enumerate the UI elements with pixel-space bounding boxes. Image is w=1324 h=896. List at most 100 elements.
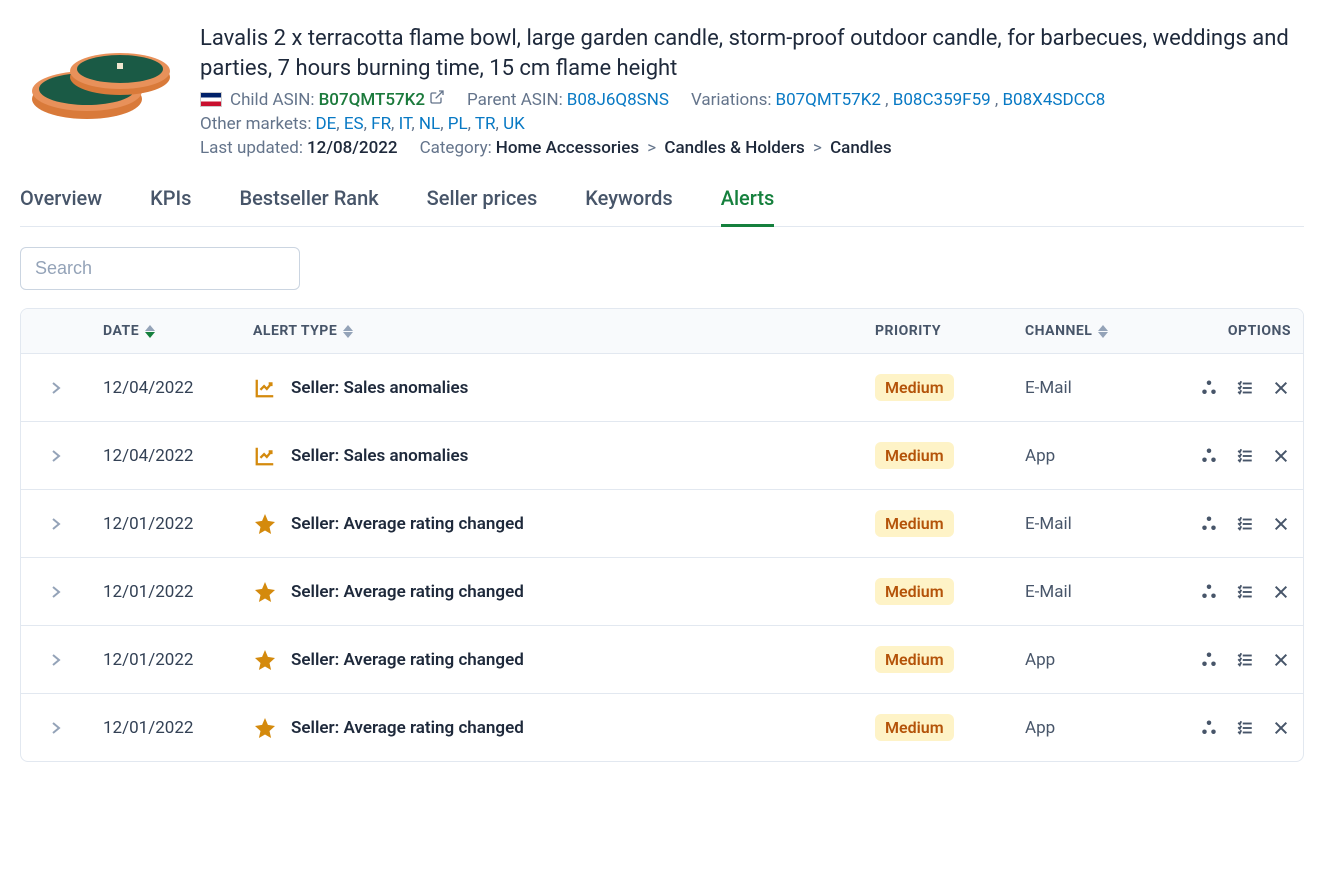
tab-kpis[interactable]: KPIs — [150, 180, 191, 226]
cell-options — [1173, 378, 1303, 398]
hierarchy-icon[interactable] — [1199, 378, 1219, 398]
sort-icon[interactable] — [1098, 325, 1108, 338]
variation-link[interactable]: B08C359F59 — [893, 90, 991, 110]
expand-row-button[interactable] — [21, 653, 91, 667]
cell-channel: E-Mail — [1013, 514, 1173, 534]
table-row: 12/04/2022Seller: Sales anomaliesMediumA… — [21, 422, 1303, 490]
sort-icon[interactable] — [343, 325, 353, 338]
list-check-icon[interactable] — [1235, 446, 1255, 466]
expand-row-button[interactable] — [21, 517, 91, 531]
tab-bar: Overview KPIs Bestseller Rank Seller prices… — [20, 180, 1304, 227]
cell-priority: Medium — [863, 374, 1013, 401]
col-channel[interactable]: CHANNEL — [1025, 323, 1092, 339]
close-icon[interactable] — [1271, 378, 1291, 398]
breadcrumb: Home Accessories > Candles & Holders > C… — [496, 138, 892, 158]
hierarchy-icon[interactable] — [1199, 446, 1219, 466]
market-link[interactable]: DE — [315, 114, 336, 134]
sort-icon[interactable] — [145, 325, 155, 338]
cell-date: 12/01/2022 — [91, 514, 241, 534]
market-link[interactable]: NL — [419, 114, 440, 134]
product-title: Lavalis 2 x terracotta flame bowl, large… — [200, 24, 1304, 83]
product-header: Lavalis 2 x terracotta flame bowl, large… — [20, 24, 1304, 162]
hierarchy-icon[interactable] — [1199, 650, 1219, 670]
priority-badge: Medium — [875, 578, 954, 605]
search-input[interactable] — [20, 247, 300, 290]
cell-date: 12/01/2022 — [91, 718, 241, 738]
cell-alert-type: Seller: Average rating changed — [241, 512, 863, 536]
product-image — [20, 24, 180, 144]
market-link[interactable]: IT — [399, 114, 412, 134]
close-icon[interactable] — [1271, 650, 1291, 670]
cell-options — [1173, 514, 1303, 534]
variation-link[interactable]: B07QMT57K2 — [775, 90, 880, 110]
cell-date: 12/04/2022 — [91, 446, 241, 466]
parent-asin-label: Parent ASIN: — [467, 90, 563, 110]
priority-badge: Medium — [875, 510, 954, 537]
col-date[interactable]: DATE — [103, 323, 139, 339]
cell-priority: Medium — [863, 646, 1013, 673]
child-asin-link[interactable]: B07QMT57K2 — [319, 90, 425, 110]
table-row: 12/01/2022Seller: Average rating changed… — [21, 626, 1303, 694]
parent-asin-link[interactable]: B08J6Q8SNS — [567, 90, 669, 110]
market-link[interactable]: UK — [503, 114, 525, 134]
priority-badge: Medium — [875, 374, 954, 401]
cell-channel: App — [1013, 650, 1173, 670]
market-link[interactable]: FR — [371, 114, 391, 134]
tab-seller-prices[interactable]: Seller prices — [427, 180, 538, 226]
list-check-icon[interactable] — [1235, 718, 1255, 738]
cell-channel: E-Mail — [1013, 378, 1173, 398]
star-icon — [253, 512, 277, 536]
close-icon[interactable] — [1271, 582, 1291, 602]
cell-alert-type: Seller: Average rating changed — [241, 716, 863, 740]
category-link[interactable]: Home Accessories — [496, 138, 639, 158]
cell-date: 12/04/2022 — [91, 378, 241, 398]
close-icon[interactable] — [1271, 446, 1291, 466]
close-icon[interactable] — [1271, 514, 1291, 534]
cell-options — [1173, 718, 1303, 738]
cell-priority: Medium — [863, 714, 1013, 741]
market-link[interactable]: ES — [344, 114, 364, 134]
list-check-icon[interactable] — [1235, 378, 1255, 398]
chart-line-icon — [253, 445, 277, 467]
market-link[interactable]: TR — [475, 114, 496, 134]
tab-bestseller-rank[interactable]: Bestseller Rank — [239, 180, 378, 226]
col-alert-type[interactable]: ALERT TYPE — [253, 323, 337, 339]
tab-keywords[interactable]: Keywords — [585, 180, 672, 226]
priority-badge: Medium — [875, 442, 954, 469]
expand-row-button[interactable] — [21, 721, 91, 735]
updated-label: Last updated: — [200, 138, 303, 158]
list-check-icon[interactable] — [1235, 514, 1255, 534]
star-icon — [253, 716, 277, 740]
product-info: Lavalis 2 x terracotta flame bowl, large… — [200, 24, 1304, 162]
market-link[interactable]: PL — [448, 114, 468, 134]
cell-alert-type: Seller: Sales anomalies — [241, 445, 863, 467]
category-link[interactable]: Candles & Holders — [664, 138, 804, 158]
flag-uk-icon — [200, 92, 222, 107]
expand-row-button[interactable] — [21, 585, 91, 599]
cell-alert-type: Seller: Sales anomalies — [241, 377, 863, 399]
table-row: 12/04/2022Seller: Sales anomalies Medium E… — [21, 354, 1303, 422]
list-check-icon[interactable] — [1235, 582, 1255, 602]
table-row: 12/01/2022Seller: Average rating changed… — [21, 694, 1303, 761]
cell-options — [1173, 582, 1303, 602]
hierarchy-icon[interactable] — [1199, 718, 1219, 738]
list-check-icon[interactable] — [1235, 650, 1255, 670]
col-priority[interactable]: PRIORITY — [875, 323, 941, 339]
close-icon[interactable] — [1271, 718, 1291, 738]
hierarchy-icon[interactable] — [1199, 582, 1219, 602]
table-row: 12/01/2022Seller: Average rating changed… — [21, 558, 1303, 626]
category-link[interactable]: Candles — [830, 138, 892, 158]
expand-row-button[interactable] — [21, 381, 91, 395]
variation-link[interactable]: B08X4SDCC8 — [1002, 90, 1105, 110]
alerts-table: DATE ALERT TYPE PRIORITY CHANNEL OPTIONS… — [20, 308, 1304, 762]
hierarchy-icon[interactable] — [1199, 514, 1219, 534]
cell-priority: Medium — [863, 442, 1013, 469]
cell-options — [1173, 446, 1303, 466]
variations-list: B07QMT57K2 , B08C359F59 , B08X4SDCC8 — [775, 90, 1105, 110]
cell-date: 12/01/2022 — [91, 650, 241, 670]
variations-label: Variations: — [691, 90, 772, 110]
external-link-icon[interactable] — [429, 89, 445, 110]
expand-row-button[interactable] — [21, 449, 91, 463]
tab-alerts[interactable]: Alerts — [721, 180, 775, 227]
tab-overview[interactable]: Overview — [20, 180, 102, 226]
